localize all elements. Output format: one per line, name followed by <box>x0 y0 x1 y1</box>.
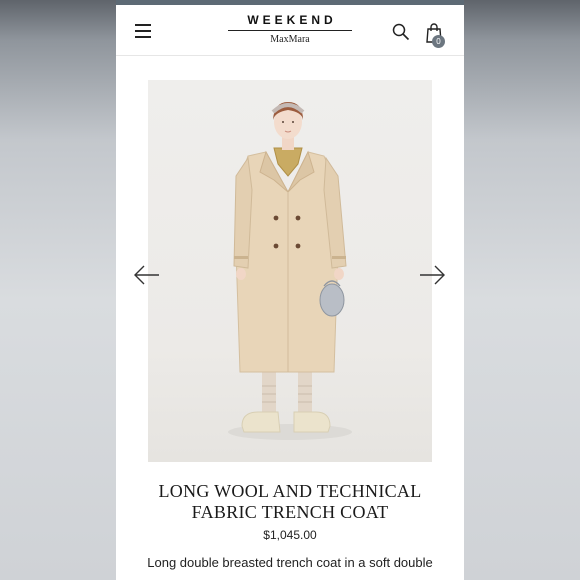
product-description: Long double breasted trench coat in a so… <box>147 555 433 570</box>
brand-logo-top: WEEKEND <box>228 13 352 31</box>
menu-icon[interactable] <box>135 24 151 38</box>
brand-logo[interactable]: WEEKEND MaxMara <box>228 13 352 45</box>
brand-logo-bottom: MaxMara <box>270 34 310 45</box>
product-image[interactable] <box>148 80 432 462</box>
arrow-left-icon[interactable] <box>133 264 161 286</box>
model-wearing-coat-image <box>228 102 352 440</box>
phone-screen: WEEKEND MaxMara 0 LONG WOOL AND TECHNICA… <box>116 0 464 580</box>
arrow-right-icon[interactable] <box>418 264 446 286</box>
product-price: $1,045.00 <box>263 528 317 542</box>
cart-count-badge[interactable]: 0 <box>432 35 445 48</box>
search-icon[interactable] <box>392 23 410 41</box>
site-header: WEEKEND MaxMara 0 <box>116 5 464 56</box>
product-title-line-2: FABRIC TRENCH COAT <box>191 502 389 522</box>
product-title-line-1: LONG WOOL AND TECHNICAL <box>158 481 422 501</box>
product-title: LONG WOOL AND TECHNICAL FABRIC TRENCH CO… <box>136 481 444 523</box>
